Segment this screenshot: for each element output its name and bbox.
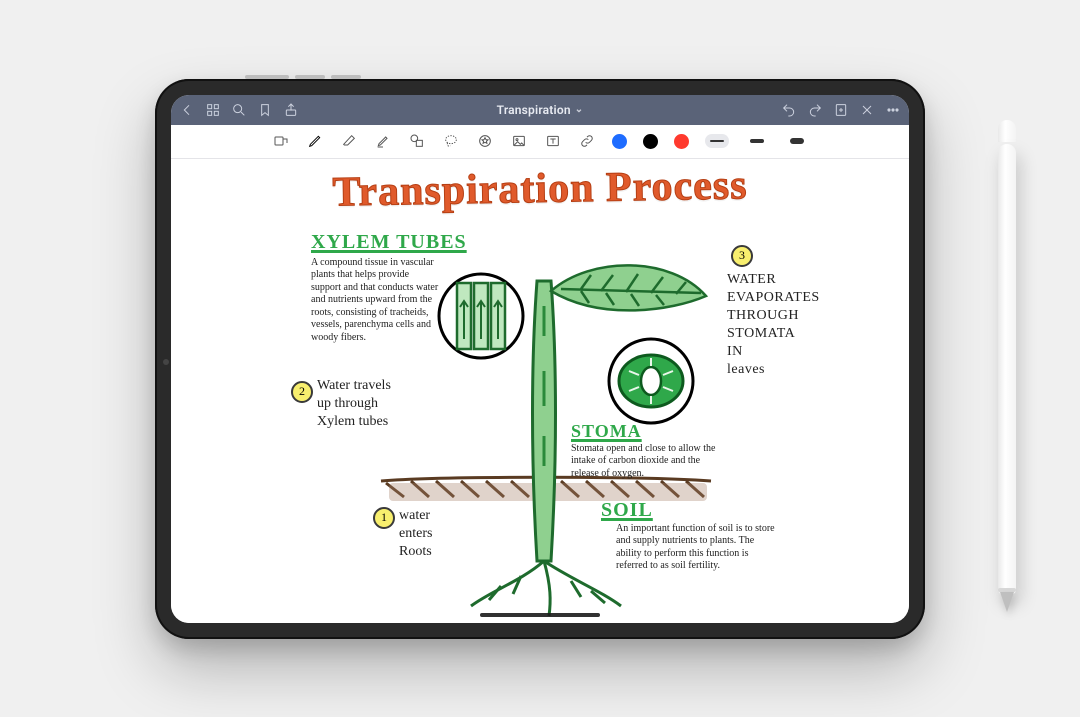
chevron-down-icon: ⌄	[575, 104, 584, 115]
step-1-badge: 1	[373, 507, 395, 529]
eraser-tool-icon[interactable]	[340, 132, 358, 150]
highlighter-tool-icon[interactable]	[374, 132, 392, 150]
apple-pencil	[998, 120, 1016, 620]
stroke-thick[interactable]	[785, 134, 809, 148]
step-1-text: water enters Roots	[399, 507, 499, 562]
link-tool-icon[interactable]	[578, 132, 596, 150]
redo-icon[interactable]	[807, 102, 823, 118]
step-2-badge: 2	[291, 381, 313, 403]
ipad-hardware-buttons	[245, 75, 361, 79]
drawing-canvas[interactable]: Transpiration Process	[171, 159, 909, 623]
step-2-number: 2	[299, 384, 305, 399]
step-3-number: 3	[739, 248, 745, 263]
xylem-heading: XYLEM TUBES	[311, 231, 467, 254]
step-1-number: 1	[381, 510, 387, 525]
soil-body: An important function of soil is to stor…	[616, 523, 781, 573]
document-title[interactable]: Transpiration ⌄	[305, 103, 775, 117]
image-tool-icon[interactable]	[510, 132, 528, 150]
grid-icon[interactable]	[205, 102, 221, 118]
color-swatch-red[interactable]	[674, 134, 689, 149]
color-swatch-blue[interactable]	[612, 134, 627, 149]
step-2-text: Water travels up through Xylem tubes	[317, 377, 447, 432]
xylem-body: A compound tissue in vascular plants tha…	[311, 257, 441, 345]
share-icon[interactable]	[283, 102, 299, 118]
note-illustration	[171, 159, 909, 623]
elements-tool-icon[interactable]	[476, 132, 494, 150]
app-screen: Transpiration ⌄	[171, 95, 909, 623]
titlebar: Transpiration ⌄	[171, 95, 909, 125]
ipad-front-camera	[163, 359, 169, 365]
step-3-badge: 3	[731, 245, 753, 267]
color-swatch-black[interactable]	[643, 134, 658, 149]
search-icon[interactable]	[231, 102, 247, 118]
zoom-tool-icon[interactable]	[272, 132, 290, 150]
home-indicator[interactable]	[480, 613, 600, 617]
step-3-text: WATER EVAPORATES THROUGH STOMATA IN leav…	[727, 271, 847, 380]
stroke-thin[interactable]	[705, 134, 729, 148]
shape-tool-icon[interactable]	[408, 132, 426, 150]
back-icon[interactable]	[179, 102, 195, 118]
text-tool-icon[interactable]	[544, 132, 562, 150]
soil-heading: SOIL	[601, 499, 653, 522]
document-title-text: Transpiration	[497, 103, 571, 117]
close-icon[interactable]	[859, 102, 875, 118]
stoma-heading: STOMA	[571, 421, 642, 442]
pen-tool-icon[interactable]	[306, 132, 324, 150]
add-page-icon[interactable]	[833, 102, 849, 118]
lasso-tool-icon[interactable]	[442, 132, 460, 150]
undo-icon[interactable]	[781, 102, 797, 118]
toolbar	[171, 125, 909, 159]
stoma-body: Stomata open and close to allow the inta…	[571, 443, 721, 481]
more-icon[interactable]	[885, 102, 901, 118]
stroke-medium[interactable]	[745, 134, 769, 148]
bookmark-icon[interactable]	[257, 102, 273, 118]
ipad-device-frame: Transpiration ⌄	[155, 79, 925, 639]
